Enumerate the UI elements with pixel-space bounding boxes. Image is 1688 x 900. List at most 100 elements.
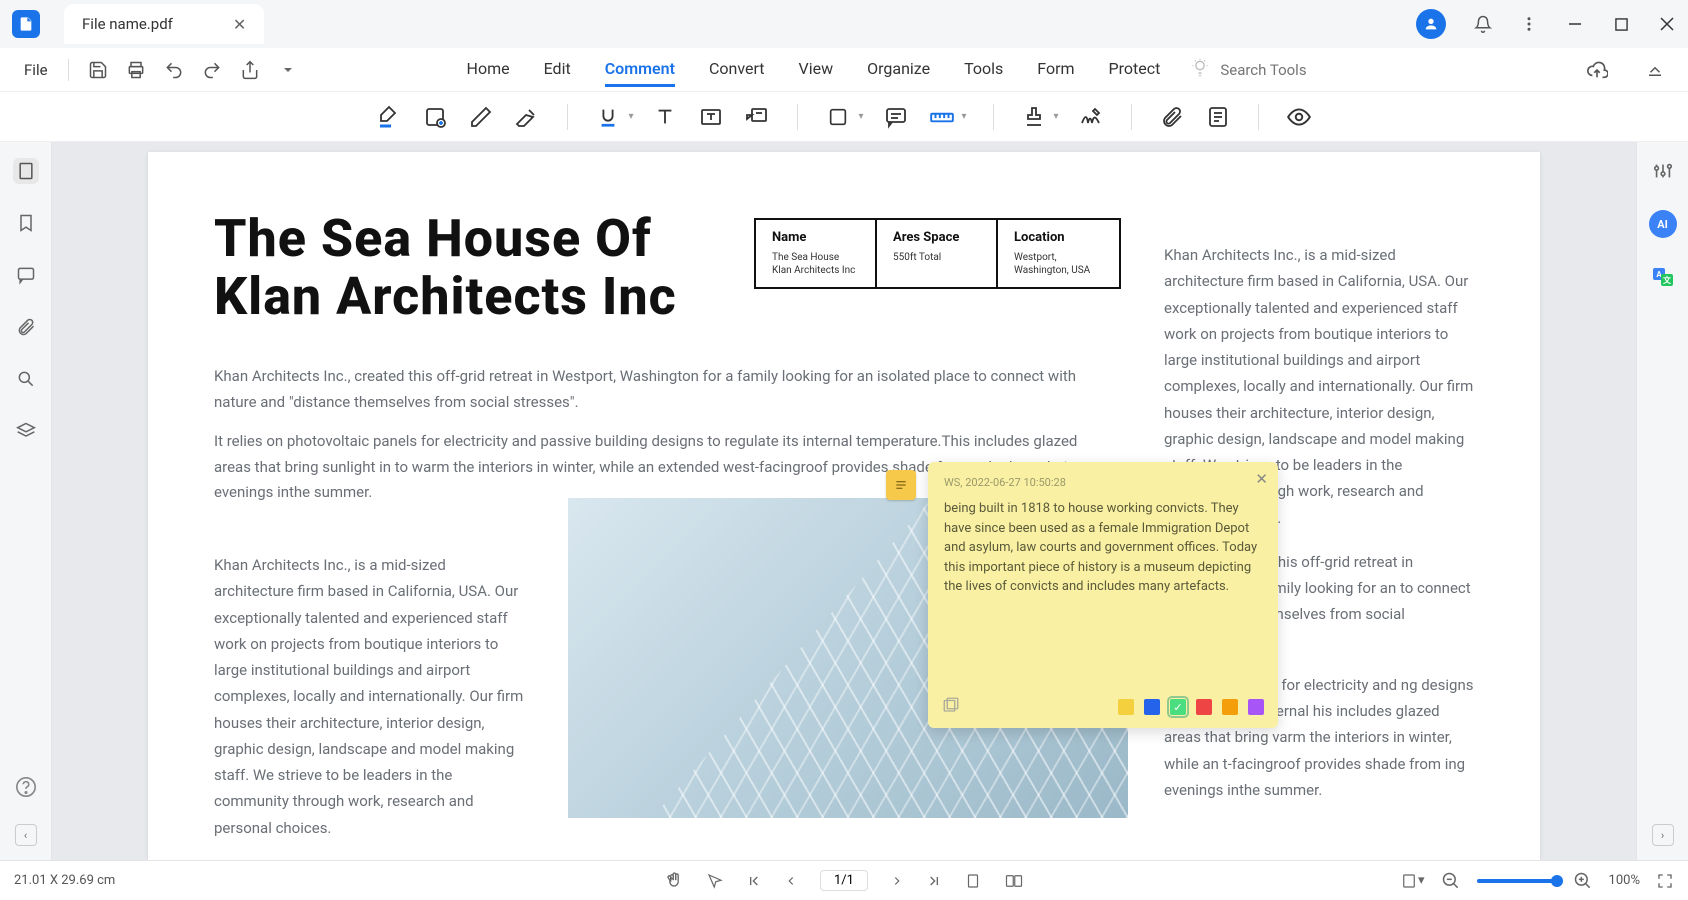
bookmarks-icon[interactable] xyxy=(13,210,39,236)
first-page-icon[interactable] xyxy=(746,873,762,889)
tab-convert[interactable]: Convert xyxy=(709,53,765,87)
last-page-icon[interactable] xyxy=(926,873,942,889)
tab-home[interactable]: Home xyxy=(467,53,510,87)
color-purple[interactable] xyxy=(1248,699,1264,715)
color-green[interactable] xyxy=(1170,699,1186,715)
print-icon[interactable] xyxy=(125,59,147,81)
separator xyxy=(1131,104,1132,130)
tab-comment[interactable]: Comment xyxy=(605,53,675,87)
close-note-icon[interactable]: ✕ xyxy=(1255,470,1268,488)
page-dimensions: 21.01 X 29.69 cm xyxy=(14,873,115,888)
share-icon[interactable] xyxy=(239,59,261,81)
zoom-in-icon[interactable] xyxy=(1573,871,1593,891)
menu-tabs: Home Edit Comment Convert View Organize … xyxy=(467,53,1161,87)
comments-panel-icon[interactable] xyxy=(13,262,39,288)
left-sidebar: ‹ xyxy=(0,142,52,860)
zoom-slider[interactable] xyxy=(1477,879,1557,883)
zoom-level: 100% xyxy=(1609,873,1640,888)
select-tool-icon[interactable] xyxy=(706,872,724,890)
file-menu[interactable]: File xyxy=(14,57,58,83)
color-blue[interactable] xyxy=(1144,699,1160,715)
note-options-icon[interactable] xyxy=(942,696,960,718)
highlight-icon[interactable] xyxy=(375,103,403,131)
tab-filename: File name.pdf xyxy=(82,15,173,33)
comment-bubble-icon[interactable] xyxy=(882,103,910,131)
thumbnails-icon[interactable] xyxy=(13,158,39,184)
pdf-page: The Sea House Of Klan Architects Inc Nam… xyxy=(148,152,1540,860)
sticky-note-marker[interactable] xyxy=(886,470,916,500)
chevron-down-icon[interactable]: ▾ xyxy=(962,111,967,122)
stamp-icon[interactable] xyxy=(1020,103,1048,131)
separator xyxy=(993,104,994,130)
note-body[interactable]: being built in 1818 to house working con… xyxy=(944,499,1262,597)
translate-icon[interactable]: A文 xyxy=(1650,264,1676,290)
document-viewport[interactable]: The Sea House Of Klan Architects Inc Nam… xyxy=(52,142,1636,860)
page-number-input[interactable] xyxy=(820,870,868,891)
tab-organize[interactable]: Organize xyxy=(867,53,930,87)
main-area: ‹ The Sea House Of Klan Architects Inc N… xyxy=(0,142,1688,860)
collapse-right-button[interactable]: › xyxy=(1652,824,1674,846)
text-icon[interactable] xyxy=(651,103,679,131)
minimize-button[interactable] xyxy=(1566,15,1584,33)
tab-view[interactable]: View xyxy=(799,53,834,87)
quick-access-dropdown-icon[interactable] xyxy=(277,59,299,81)
text-box-icon[interactable] xyxy=(697,103,725,131)
tab-form[interactable]: Form xyxy=(1037,53,1074,87)
info-table: NameThe Sea House Klan Architects Inc Ar… xyxy=(754,218,1121,289)
close-tab-icon[interactable]: ✕ xyxy=(233,15,246,34)
fullscreen-icon[interactable] xyxy=(1656,872,1674,890)
chevron-down-icon[interactable]: ▾ xyxy=(628,111,633,122)
help-icon[interactable] xyxy=(13,774,39,800)
zoom-out-icon[interactable] xyxy=(1441,871,1461,891)
hand-tool-icon[interactable] xyxy=(664,871,684,891)
chevron-down-icon[interactable]: ▾ xyxy=(858,111,863,122)
cloud-upload-icon[interactable] xyxy=(1586,59,1608,81)
document-tab[interactable]: File name.pdf ✕ xyxy=(64,4,264,44)
two-page-icon[interactable] xyxy=(1004,872,1024,890)
collapse-left-button[interactable]: ‹ xyxy=(15,824,37,846)
eraser-icon[interactable] xyxy=(513,103,541,131)
maximize-button[interactable] xyxy=(1612,15,1630,33)
save-icon[interactable] xyxy=(87,59,109,81)
note-list-icon[interactable] xyxy=(1204,103,1232,131)
redo-icon[interactable] xyxy=(201,59,223,81)
underline-icon[interactable] xyxy=(594,103,622,131)
user-avatar[interactable] xyxy=(1416,9,1446,39)
tab-edit[interactable]: Edit xyxy=(544,53,571,87)
notifications-icon[interactable] xyxy=(1474,15,1492,33)
undo-icon[interactable] xyxy=(163,59,185,81)
collapse-ribbon-icon[interactable] xyxy=(1644,59,1666,81)
layers-icon[interactable] xyxy=(13,418,39,444)
separator xyxy=(1258,104,1259,130)
signature-icon[interactable] xyxy=(1077,103,1105,131)
pencil-icon[interactable] xyxy=(467,103,495,131)
close-window-button[interactable] xyxy=(1658,15,1676,33)
search-panel-icon[interactable] xyxy=(13,366,39,392)
tab-tools[interactable]: Tools xyxy=(964,53,1003,87)
properties-icon[interactable] xyxy=(1650,158,1676,184)
next-page-icon[interactable] xyxy=(890,874,904,888)
shape-icon[interactable] xyxy=(824,103,852,131)
color-red[interactable] xyxy=(1196,699,1212,715)
chevron-down-icon[interactable]: ▾ xyxy=(1054,111,1059,122)
measure-icon[interactable] xyxy=(928,103,956,131)
fit-mode-icon[interactable]: ▾ xyxy=(1400,872,1425,890)
tab-protect[interactable]: Protect xyxy=(1109,53,1161,87)
attachment-icon[interactable] xyxy=(1158,103,1186,131)
color-orange[interactable] xyxy=(1222,699,1238,715)
sticky-note-icon[interactable] xyxy=(421,103,449,131)
attachments-panel-icon[interactable] xyxy=(13,314,39,340)
prev-page-icon[interactable] xyxy=(784,874,798,888)
hide-annotations-icon[interactable] xyxy=(1285,103,1313,131)
callout-icon[interactable] xyxy=(743,103,771,131)
more-icon[interactable] xyxy=(1520,15,1538,33)
comment-toolbar: ▾ ▾ ▾ ▾ xyxy=(0,92,1688,142)
color-yellow[interactable] xyxy=(1118,699,1134,715)
single-page-icon[interactable] xyxy=(964,872,982,890)
page-title: The Sea House Of Klan Architects Inc xyxy=(214,210,774,326)
right-sidebar: AI A文 › xyxy=(1636,142,1688,860)
color-swatches xyxy=(1118,699,1264,715)
left-column-text: Khan Architects Inc., is a mid-sized arc… xyxy=(214,552,524,841)
search-tools-input[interactable] xyxy=(1220,61,1360,79)
ai-badge[interactable]: AI xyxy=(1649,210,1677,238)
